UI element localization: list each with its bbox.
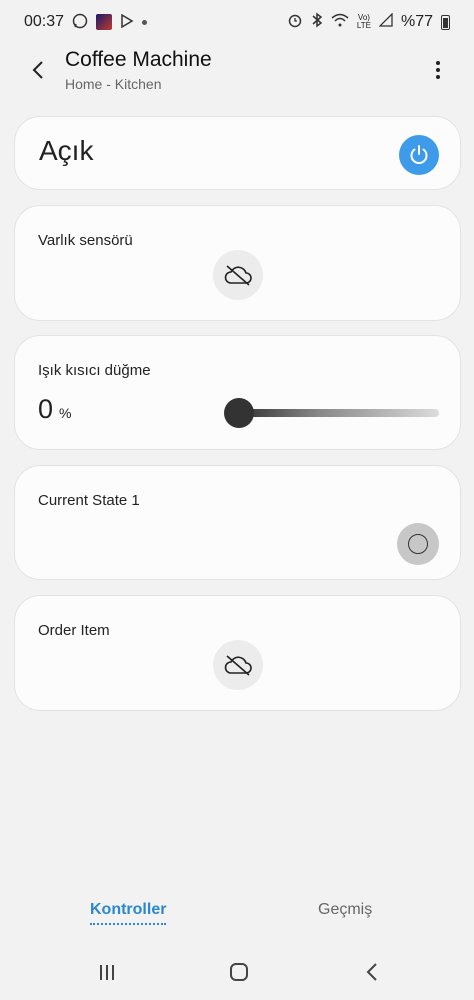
more-options-button[interactable] [426,56,450,84]
dimmer-slider-track[interactable] [239,409,439,417]
current-state-label: Current State 1 [38,492,140,509]
signal-icon [378,11,393,32]
battery-level: %77 [400,13,433,30]
more-dot-icon [436,75,440,79]
order-item-card[interactable]: Order Item [14,595,461,711]
dimmer-unit: % [59,405,72,421]
more-dot-icon [436,61,440,65]
home-icon [230,963,248,981]
page-title: Coffee Machine [65,48,212,71]
page-subtitle: Home - Kitchen [65,76,162,92]
system-back-button[interactable] [357,959,387,985]
dimmer-slider-thumb[interactable] [224,398,254,428]
power-card: Açık [14,116,461,190]
dimmer-value-display: 0% [38,394,71,425]
cloud-off-icon [224,655,252,676]
whatsapp-icon [72,13,88,31]
app-thumbnail-icon [96,14,113,30]
dimmer-card: Işık kısıcı düğme 0% [14,335,461,450]
system-nav-bar [0,945,474,1000]
play-store-icon [120,13,134,30]
tab-kontroller[interactable]: Kontroller [90,901,167,925]
title-block: Coffee Machine Home - Kitchen [65,48,212,92]
presence-sensor-card[interactable]: Varlık sensörü [14,205,461,321]
tab-gecmis[interactable]: Geçmiş [318,901,372,919]
presence-sensor-label: Varlık sensörü [38,232,133,249]
dimmer-value: 0 [38,394,54,424]
volte-icon: Vo) LTE [356,13,371,30]
circle-icon [408,534,428,554]
recent-apps-icon [112,964,114,980]
dimmer-label: Işık kısıcı düğme [38,362,151,379]
bottom-tabs: Kontroller Geçmiş [0,895,474,935]
cloud-off-icon [224,265,252,286]
cloud-off-button[interactable] [213,250,263,300]
status-bar-left: 00:37 [24,13,148,31]
recent-apps-button[interactable] [92,959,122,985]
more-dot-icon [436,68,440,72]
current-state-button[interactable] [397,523,439,565]
status-time: 00:37 [24,13,65,30]
home-button[interactable] [224,959,254,985]
current-state-card: Current State 1 [14,465,461,580]
chevron-left-icon [32,61,43,79]
recent-apps-icon [106,964,108,980]
power-icon [410,145,428,164]
back-button[interactable] [24,56,52,84]
power-button[interactable] [399,135,439,175]
chevron-left-icon [366,963,377,981]
power-state-label: Açık [39,135,94,166]
order-item-label: Order Item [38,622,110,639]
app-header: Coffee Machine Home - Kitchen [0,44,474,108]
notification-dot-icon [142,19,148,25]
recent-apps-icon [100,964,102,980]
status-bar-right: Vo) LTE %77 [287,11,450,33]
status-bar: 00:37 Vo) LTE %77 [0,0,474,44]
bluetooth-icon [311,12,323,33]
battery-icon [441,14,450,30]
wifi-icon [331,13,349,32]
alarm-icon [287,12,303,33]
cloud-off-button[interactable] [213,640,263,690]
